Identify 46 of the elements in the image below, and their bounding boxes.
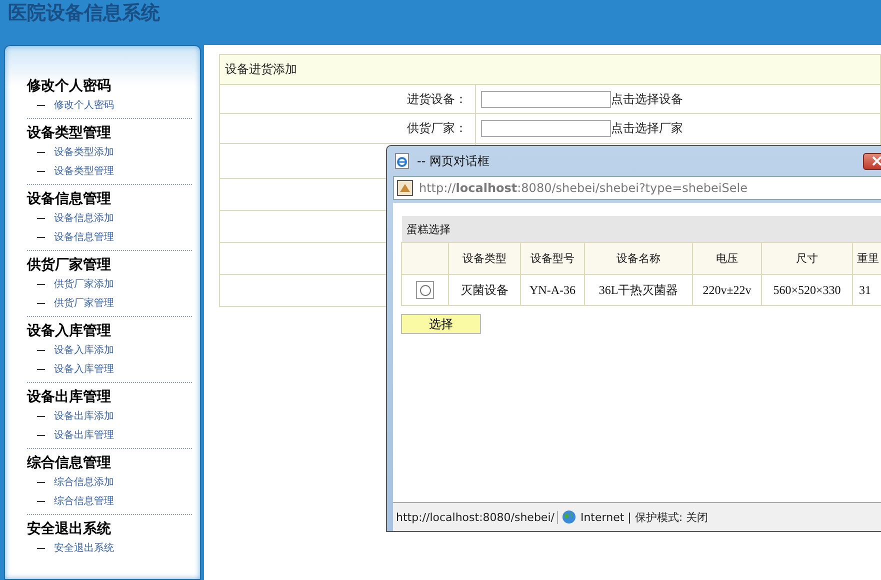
menu-link[interactable]: 设备类型管理	[27, 162, 192, 181]
column-header: 重里	[852, 242, 881, 274]
column-header: 设备类型	[448, 242, 520, 274]
table-cell: 灭菌设备	[448, 274, 520, 306]
select-link[interactable]: 点击选择厂家	[611, 120, 683, 137]
menu-group-title: 综合信息管理	[27, 454, 112, 473]
table-cell: 31	[852, 274, 881, 306]
table-caption: 蛋糕选择	[402, 216, 881, 242]
menu-link[interactable]: 供货厂家管理	[27, 294, 192, 313]
table-cell: YN-A-36	[520, 274, 584, 306]
menu-group-title: 供货厂家管理	[27, 256, 112, 275]
menu-link[interactable]: 供货厂家添加	[27, 275, 192, 294]
table-cell: 36L干热灭菌器	[584, 274, 692, 306]
column-header: 电压	[692, 242, 762, 274]
menu-group-title: 设备信息管理	[27, 190, 112, 209]
system-title: 医院设备信息系统	[8, 2, 160, 24]
menu-link[interactable]: 修改个人密码	[27, 96, 192, 115]
address-url: http://localhost:8080/shebei/shebei?type=shebeiSele	[419, 181, 748, 195]
menu-link[interactable]: 综合信息管理	[27, 492, 192, 511]
select-link[interactable]: 点击选择设备	[611, 90, 683, 108]
menu-group-title: 修改个人密码	[27, 76, 112, 96]
table-cell: 220v±22v	[692, 274, 762, 306]
column-header: 尺寸	[762, 242, 852, 274]
field-label: 进货设备：	[407, 90, 467, 108]
menu-group-title: 设备类型管理	[27, 124, 112, 143]
column-header: 设备名称	[584, 242, 692, 274]
table-cell: 560×520×330	[762, 274, 852, 306]
status-url: http://localhost:8080/shebei/	[393, 510, 558, 524]
menu-link[interactable]: 设备信息添加	[27, 209, 192, 228]
select-button[interactable]: 选择	[401, 314, 481, 334]
menu-link[interactable]: 综合信息添加	[27, 473, 192, 492]
status-zone: Internet | 保护模式: 关闭	[580, 510, 708, 524]
field-label: 供货厂家：	[407, 120, 467, 137]
column-header: 设备型号	[520, 242, 584, 274]
menu-link[interactable]: 设备出库添加	[27, 407, 192, 426]
menu-link[interactable]: 设备入库管理	[27, 360, 192, 379]
dialog-title: -- 网页对话框	[417, 152, 490, 170]
menu-group-title: 设备入库管理	[27, 322, 112, 341]
menu-link[interactable]: 设备入库添加	[27, 341, 192, 360]
menu-link[interactable]: 设备类型添加	[27, 143, 192, 162]
menu-link[interactable]: 设备信息管理	[27, 228, 192, 247]
form-title: 设备进货添加	[220, 55, 880, 85]
menu-group-title: 安全退出系统	[27, 520, 112, 539]
menu-link[interactable]: 设备出库管理	[27, 426, 192, 445]
menu-group-title: 设备出库管理	[27, 388, 112, 407]
menu-link[interactable]: 安全退出系统	[27, 539, 192, 558]
